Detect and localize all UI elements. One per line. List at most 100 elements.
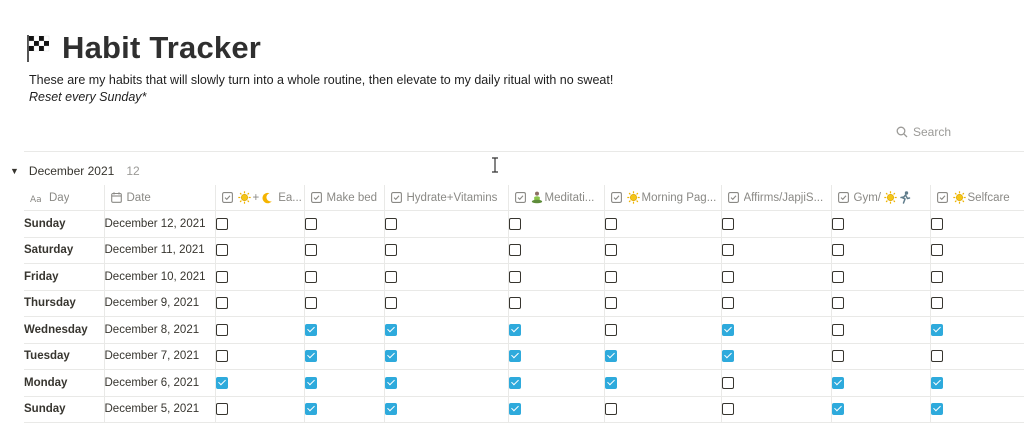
habit-checkbox-unchecked[interactable]: [605, 244, 617, 257]
page-title[interactable]: Habit Tracker: [62, 30, 261, 66]
column-header-affirms[interactable]: Affirms/JapjiS...: [720, 185, 832, 211]
column-header-selfcare[interactable]: Selfcare: [929, 185, 1024, 211]
date-cell[interactable]: December 10, 2021: [103, 263, 216, 291]
habit-checkbox-unchecked[interactable]: [385, 297, 397, 310]
habit-checkbox-unchecked[interactable]: [305, 244, 317, 257]
habit-checkbox-unchecked[interactable]: [605, 270, 617, 283]
habit-checkbox-unchecked[interactable]: [305, 270, 317, 283]
checkered-flag-icon: [27, 35, 50, 62]
habit-checkbox-checked[interactable]: [305, 350, 317, 363]
habit-checkbox-unchecked[interactable]: [385, 270, 397, 283]
habit-checkbox-unchecked[interactable]: [216, 244, 228, 257]
habit-checkbox-checked[interactable]: [832, 376, 844, 389]
habit-checkbox-unchecked[interactable]: [832, 323, 844, 336]
day-cell[interactable]: Monday: [24, 369, 105, 397]
habit-checkbox-unchecked[interactable]: [216, 323, 228, 336]
caret-down-icon[interactable]: ▼: [10, 166, 19, 176]
habit-checkbox-checked[interactable]: [509, 323, 521, 336]
column-header-hydrate-vitamins[interactable]: Hydrate+Vitamins: [383, 185, 509, 211]
habit-checkbox-checked[interactable]: [509, 376, 521, 389]
habit-checkbox-checked[interactable]: [305, 376, 317, 389]
day-cell[interactable]: Saturday: [24, 236, 105, 264]
habit-checkbox-unchecked[interactable]: [509, 244, 521, 257]
day-cell[interactable]: Thursday: [24, 289, 105, 317]
habit-checkbox-unchecked[interactable]: [605, 403, 617, 416]
habit-checkbox-checked[interactable]: [722, 350, 734, 363]
column-header-gym[interactable]: Gym/: [830, 185, 931, 211]
habit-checkbox-unchecked[interactable]: [305, 217, 317, 230]
habit-checkbox-unchecked[interactable]: [509, 270, 521, 283]
habit-checkbox-unchecked[interactable]: [305, 297, 317, 310]
habit-checkbox-unchecked[interactable]: [832, 217, 844, 230]
habit-cell: [720, 342, 832, 370]
column-header-date[interactable]: Date: [103, 185, 216, 211]
habit-checkbox-unchecked[interactable]: [216, 217, 228, 230]
habit-checkbox-unchecked[interactable]: [722, 297, 734, 310]
habit-checkbox-unchecked[interactable]: [931, 244, 943, 257]
date-cell[interactable]: December 7, 2021: [103, 342, 216, 370]
habit-checkbox-checked[interactable]: [305, 403, 317, 416]
habit-checkbox-checked[interactable]: [385, 350, 397, 363]
date-cell[interactable]: December 11, 2021: [103, 236, 216, 264]
habit-checkbox-unchecked[interactable]: [216, 297, 228, 310]
habit-checkbox-checked[interactable]: [385, 403, 397, 416]
habit-checkbox-checked[interactable]: [832, 403, 844, 416]
habit-checkbox-unchecked[interactable]: [722, 217, 734, 230]
date-cell[interactable]: December 6, 2021: [103, 369, 216, 397]
column-header-make-bed[interactable]: Make bed: [303, 185, 385, 211]
habit-checkbox-unchecked[interactable]: [509, 297, 521, 310]
day-cell[interactable]: Wednesday: [24, 316, 105, 344]
habit-cell: [929, 395, 1024, 423]
habit-checkbox-unchecked[interactable]: [931, 217, 943, 230]
habit-checkbox-unchecked[interactable]: [832, 350, 844, 363]
habit-cell: [214, 369, 305, 397]
habit-checkbox-checked[interactable]: [216, 376, 228, 389]
habit-checkbox-unchecked[interactable]: [832, 244, 844, 257]
date-cell[interactable]: December 8, 2021: [103, 316, 216, 344]
habit-checkbox-checked[interactable]: [385, 323, 397, 336]
habit-checkbox-unchecked[interactable]: [216, 270, 228, 283]
habit-checkbox-checked[interactable]: [931, 323, 943, 336]
habit-checkbox-unchecked[interactable]: [832, 270, 844, 283]
column-header-sun-moon-eat[interactable]: + Ea...: [214, 185, 305, 211]
habit-checkbox-unchecked[interactable]: [509, 217, 521, 230]
date-cell[interactable]: December 12, 2021: [103, 210, 216, 238]
habit-checkbox-unchecked[interactable]: [605, 297, 617, 310]
habit-checkbox-unchecked[interactable]: [722, 376, 734, 389]
habit-checkbox-checked[interactable]: [931, 403, 943, 416]
habit-checkbox-checked[interactable]: [305, 323, 317, 336]
habit-checkbox-checked[interactable]: [722, 323, 734, 336]
habit-checkbox-unchecked[interactable]: [931, 270, 943, 283]
habit-checkbox-unchecked[interactable]: [722, 403, 734, 416]
habit-checkbox-unchecked[interactable]: [605, 323, 617, 336]
habit-checkbox-unchecked[interactable]: [931, 297, 943, 310]
day-cell[interactable]: Sunday: [24, 395, 105, 423]
habit-checkbox-unchecked[interactable]: [605, 217, 617, 230]
habit-cell: [303, 395, 385, 423]
habit-checkbox-checked[interactable]: [931, 376, 943, 389]
day-cell[interactable]: Friday: [24, 263, 105, 291]
day-cell[interactable]: Sunday: [24, 210, 105, 238]
column-header-morning-pages[interactable]: Morning Pag...: [603, 185, 722, 211]
habit-cell: [303, 263, 385, 291]
habit-checkbox-checked[interactable]: [509, 403, 521, 416]
habit-checkbox-checked[interactable]: [605, 350, 617, 363]
column-header-meditation[interactable]: Meditati...: [507, 185, 605, 211]
habit-checkbox-checked[interactable]: [605, 376, 617, 389]
habit-checkbox-unchecked[interactable]: [216, 350, 228, 363]
day-cell[interactable]: Tuesday: [24, 342, 105, 370]
habit-checkbox-unchecked[interactable]: [931, 350, 943, 363]
habit-checkbox-unchecked[interactable]: [722, 270, 734, 283]
search-button[interactable]: Search: [896, 125, 951, 139]
habit-checkbox-checked[interactable]: [509, 350, 521, 363]
habit-checkbox-unchecked[interactable]: [385, 217, 397, 230]
habit-checkbox-unchecked[interactable]: [216, 403, 228, 416]
habit-checkbox-unchecked[interactable]: [722, 244, 734, 257]
group-header[interactable]: ▼ December 2021 12: [10, 164, 140, 178]
date-cell[interactable]: December 9, 2021: [103, 289, 216, 317]
habit-checkbox-unchecked[interactable]: [832, 297, 844, 310]
date-cell[interactable]: December 5, 2021: [103, 395, 216, 423]
habit-checkbox-checked[interactable]: [385, 376, 397, 389]
habit-checkbox-unchecked[interactable]: [385, 244, 397, 257]
column-header-day[interactable]: Aa Day: [24, 185, 105, 211]
